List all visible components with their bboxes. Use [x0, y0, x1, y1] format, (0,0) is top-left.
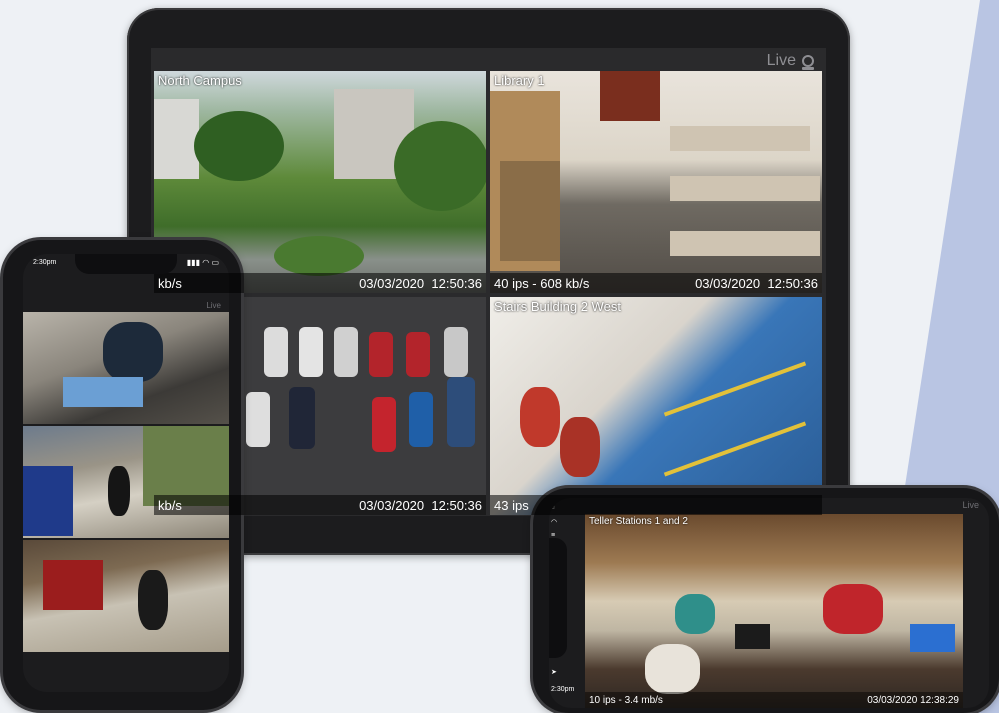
status-time: 2:30pm [33, 259, 57, 266]
feed-footer: 10 ips - 3.4 mb/s 03/03/2020 12:38:29 [585, 692, 963, 708]
feed-bitrate: 10 ips - 3.4 mb/s [589, 694, 663, 706]
door [600, 71, 660, 121]
phone-landscape-device: ▯ ◠ ≡ ➤ 2:30pm Live Teller Stations 1 an… [533, 488, 999, 713]
feed-footer: 43 ips [490, 495, 822, 515]
feed-timestamp: 03/03/2020 12:38:29 [867, 694, 959, 706]
tree [194, 111, 284, 181]
feed-bitrate: kb/s [158, 275, 182, 291]
car [372, 397, 396, 452]
feed-footer: kb/s 03/03/2020 12:50:36 [154, 273, 486, 293]
feed-timestamp: 03/03/2020 12:50:36 [359, 275, 482, 291]
monitor [910, 624, 955, 652]
camera-feed-store-2[interactable] [23, 540, 229, 652]
phone-notch [75, 254, 177, 274]
person [108, 466, 130, 516]
live-label: Live [962, 500, 979, 510]
person [103, 322, 163, 382]
phone-notch [549, 538, 567, 658]
person [823, 584, 883, 634]
shelves [43, 560, 103, 610]
car [409, 392, 433, 447]
feed-timestamp: 03/03/2020 12:50:36 [695, 275, 818, 291]
car [406, 332, 430, 377]
car [447, 377, 475, 447]
tree [394, 121, 486, 211]
camera-feed-stairs-building-2-west[interactable]: Stairs Building 2 West 43 ips [490, 297, 822, 515]
feed-footer: kb/s 03/03/2020 12:50:36 [154, 495, 486, 515]
battery-icon: ▭ [211, 258, 219, 267]
camera-feed-office[interactable] [23, 312, 229, 424]
status-icons: ▮▮▮ ◠ ▭ [187, 258, 219, 267]
feed-timestamp [811, 498, 818, 513]
feed-title: North Campus [158, 73, 242, 88]
bookshelf [500, 161, 560, 261]
feed-title: Stairs Building 2 West [494, 299, 621, 314]
feed-timestamp: 03/03/2020 12:50:36 [359, 497, 482, 513]
camera-feed-library-1[interactable]: Library 1 40 ips - 608 kb/s 03/03/2020 1… [490, 71, 822, 293]
location-arrow-icon: ➤ [551, 669, 557, 676]
table [670, 126, 810, 151]
car [264, 327, 288, 377]
monitor [735, 624, 770, 649]
desk-items [63, 377, 143, 407]
tablet-screen: Live North Campus kb/s 03/03/2020 12:50:… [151, 48, 826, 516]
car [246, 392, 270, 447]
car [334, 327, 358, 377]
signal-icon: ≡ [551, 532, 556, 539]
feed-bitrate: kb/s [158, 497, 182, 513]
car [289, 387, 315, 449]
status-time: 2:30pm [551, 686, 575, 693]
camera-feed-store-1[interactable] [23, 426, 229, 538]
person [675, 594, 715, 634]
feed-footer: 40 ips - 608 kb/s 03/03/2020 12:50:36 [490, 273, 822, 293]
phone-portrait-device: 2:30pm ▮▮▮ ◠ ▭ Live [3, 240, 241, 710]
person [520, 387, 560, 447]
stair-edge [663, 361, 807, 417]
tree [274, 236, 364, 276]
table [670, 231, 820, 256]
feed-title: Teller Stations 1 and 2 [589, 516, 688, 527]
camera-icon[interactable] [802, 55, 814, 70]
car [299, 327, 323, 377]
phone-landscape-screen: ▯ ◠ ≡ ➤ 2:30pm Live Teller Stations 1 an… [549, 498, 989, 708]
feed-bitrate: 40 ips - 608 kb/s [494, 275, 590, 291]
car [444, 327, 468, 377]
wifi-icon: ◠ [202, 258, 210, 267]
shelves [143, 426, 229, 506]
car [369, 332, 393, 377]
table [670, 176, 820, 201]
phone-portrait-screen: 2:30pm ▮▮▮ ◠ ▭ Live [23, 254, 229, 692]
person [138, 570, 168, 630]
building [154, 99, 199, 179]
person [645, 644, 700, 694]
person [560, 417, 600, 477]
live-label: Live [206, 301, 221, 310]
live-label: Live [766, 52, 796, 69]
live-header: Live [767, 52, 814, 70]
feed-bitrate: 43 ips [494, 497, 529, 513]
camera-feed-teller-stations[interactable]: Teller Stations 1 and 2 10 ips - 3.4 mb/… [585, 514, 963, 708]
signal-icon: ▮▮▮ [186, 258, 200, 267]
feed-title: Library 1 [494, 73, 545, 88]
stair-edge [663, 421, 807, 477]
counter [23, 466, 73, 536]
wifi-icon: ◠ [551, 519, 558, 526]
